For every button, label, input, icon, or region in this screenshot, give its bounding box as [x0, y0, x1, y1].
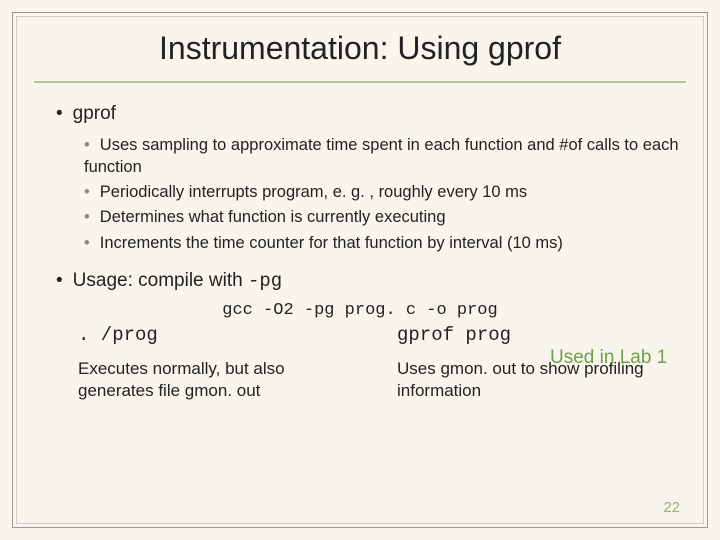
bullet-dot: •: [56, 270, 63, 291]
slide-content: Instrumentation: Using gprof •gprof •Use…: [34, 22, 686, 518]
bullet-list: •gprof •Uses sampling to approximate tim…: [56, 101, 686, 295]
sub-bullet-text: Periodically interrupts program, e. g. ,…: [100, 183, 527, 201]
bullet-usage-text: Usage: compile with: [73, 270, 248, 291]
sub-bullet: • Determines what function is currently e…: [84, 206, 686, 228]
bullet-usage-flag: -pg: [248, 270, 282, 292]
sub-bullet: • Increments the time counter for that fu…: [84, 232, 686, 254]
sub-bullet-text: Determines what function is currently ex…: [100, 208, 446, 226]
bullet-usage: • Usage: compile with -pg: [56, 268, 686, 295]
sub-bullet-text: Increments the time counter for that fun…: [100, 234, 563, 252]
bullet-dot: •: [84, 183, 90, 201]
bullet-dot: •: [84, 208, 90, 226]
right-column-head: gprof prog: [397, 324, 676, 346]
title-divider: [34, 81, 686, 83]
bullet-dot: •: [56, 103, 63, 124]
slide-title: Instrumentation: Using gprof: [34, 30, 686, 67]
sub-bullet-text: Uses sampling to approximate time spent …: [84, 136, 679, 176]
page-number: 22: [663, 499, 680, 516]
bullet-dot: •: [84, 136, 90, 154]
compile-command: gcc -O2 -pg prog. c -o prog: [34, 301, 686, 320]
left-column: . /prog Executes normally, but also gene…: [78, 324, 357, 402]
sub-bullet: •Uses sampling to approximate time spent…: [84, 134, 686, 179]
left-column-body: Executes normally, but also generates fi…: [78, 358, 357, 402]
sub-bullet: • Periodically interrupts program, e. g. …: [84, 181, 686, 203]
bullet-dot: •: [84, 234, 90, 252]
left-column-head: . /prog: [78, 324, 357, 346]
sub-bullet-list: •Uses sampling to approximate time spent…: [84, 134, 686, 254]
lab-callout: Used in Lab 1: [550, 346, 680, 370]
bullet-gprof: • gprof: [56, 101, 686, 128]
bullet-gprof-text: gprof: [73, 103, 116, 124]
